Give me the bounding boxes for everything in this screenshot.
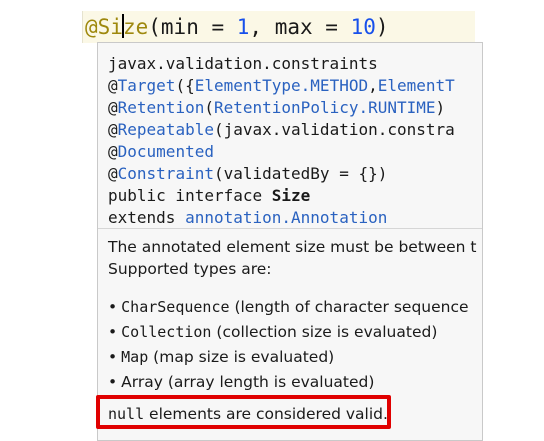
arg-min-value: 1 — [236, 15, 250, 39]
list-item: Map (map size is evaluated) — [108, 345, 482, 370]
interface-name: Size — [271, 186, 311, 205]
supported-types-list: CharSequence (length of character sequen… — [108, 295, 482, 395]
retention-link[interactable]: Retention — [118, 98, 205, 117]
element-type-link[interactable]: ElementT — [378, 76, 455, 95]
annotation-name-part2: ze — [122, 15, 149, 39]
description-line-1: The annotated element size must be betwe… — [108, 238, 477, 256]
arg-comma: , — [249, 15, 275, 39]
element-type-method-link[interactable]: ElementType.METHOD — [195, 76, 368, 95]
target-link[interactable]: Target — [118, 76, 176, 95]
quick-documentation-popup[interactable]: javax.validation.constraints @Target({El… — [97, 42, 483, 441]
annotation-at: @ — [85, 15, 98, 39]
section-divider — [98, 228, 482, 229]
description-line-2: Supported types are: — [108, 260, 272, 278]
documented-link[interactable]: Documented — [118, 142, 214, 161]
annotation-type-link[interactable]: annotation.Annotation — [185, 208, 387, 227]
list-item: Array (array length is evaluated) — [108, 370, 482, 395]
list-item: Collection (collection size is evaluated… — [108, 320, 482, 345]
paren-open: ( — [148, 15, 161, 39]
package-name: javax.validation.constraints — [108, 54, 378, 73]
editor-code-line[interactable]: @Size(min = 1, max = 10) — [82, 11, 475, 43]
annotation-name-part1: Si — [97, 15, 123, 39]
arg-max-value: 10 — [350, 15, 376, 39]
repeatable-link[interactable]: Repeatable — [118, 120, 214, 139]
declaration-block: javax.validation.constraints @Target({El… — [108, 54, 455, 227]
arg-max-name: max = — [274, 15, 351, 39]
list-item: CharSequence (length of character sequen… — [108, 295, 482, 320]
retention-policy-link[interactable]: RetentionPolicy.RUNTIME — [214, 98, 436, 117]
red-highlight-box — [96, 395, 391, 429]
paren-close: ) — [375, 15, 389, 39]
arg-min-name: min = — [160, 15, 237, 39]
constraint-link[interactable]: Constraint — [118, 164, 214, 183]
